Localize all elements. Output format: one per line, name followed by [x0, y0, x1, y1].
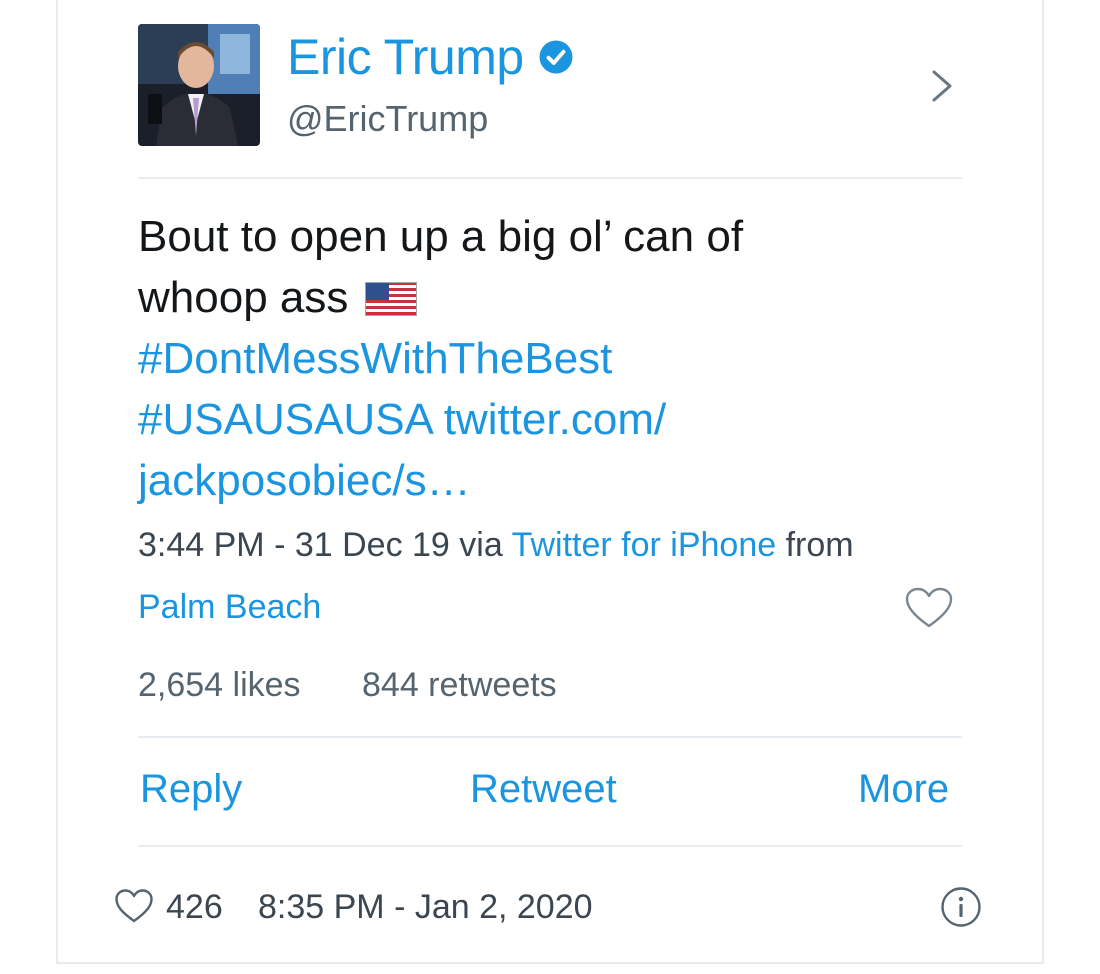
- footer-timestamp[interactable]: 8:35 PM - Jan 2, 2020: [258, 884, 593, 930]
- info-icon[interactable]: [940, 886, 982, 928]
- tweet-text: Bout to open up a big ol’ can of whoop a…: [138, 206, 968, 511]
- likes-count[interactable]: 2,654 likes: [138, 666, 301, 704]
- from-label: from: [785, 526, 854, 564]
- retweet-button[interactable]: Retweet: [470, 764, 617, 814]
- like-count: 426: [166, 888, 223, 926]
- tweet-text-segment: whoop ass: [138, 273, 349, 322]
- like-heart-icon[interactable]: [114, 888, 154, 924]
- tweet-link[interactable]: twitter.com/: [444, 395, 667, 444]
- actions-divider: [138, 845, 962, 847]
- avatar[interactable]: [138, 24, 260, 146]
- place-link[interactable]: Palm Beach: [138, 584, 321, 630]
- hashtag-dontmesswiththebest[interactable]: #DontMessWithTheBest: [138, 328, 968, 389]
- reply-button[interactable]: Reply: [140, 764, 242, 814]
- tweet-text-line: Bout to open up a big ol’ can of: [138, 212, 744, 261]
- via-label: via: [459, 526, 503, 564]
- tweet-meta: 3:44 PM - 31 Dec 19 via Twitter for iPho…: [138, 522, 968, 568]
- more-button[interactable]: More: [858, 764, 949, 814]
- chevron-right-icon[interactable]: [928, 66, 956, 106]
- heart-icon[interactable]: [904, 586, 954, 630]
- author-name[interactable]: Eric Trump: [287, 28, 574, 86]
- tweet-stats: 2,654 likes 844 retweets: [138, 662, 557, 708]
- verified-badge-icon: [539, 40, 573, 74]
- tweet-text-line: #USAUSAUSA twitter.com/: [138, 389, 968, 450]
- header-divider: [138, 177, 962, 179]
- tweet-link-continued[interactable]: jackposobiec/s…: [138, 450, 968, 511]
- author-name-text[interactable]: Eric Trump: [287, 28, 524, 86]
- us-flag-icon: [364, 282, 417, 316]
- author-handle[interactable]: @EricTrump: [287, 98, 488, 140]
- hashtag-usausausa[interactable]: #USAUSAUSA: [138, 395, 431, 444]
- tweet-time: 3:44 PM - 31 Dec 19: [138, 526, 450, 564]
- tweet-embed: Eric Trump @EricTrump Bout to open up a …: [0, 0, 1100, 974]
- client-link[interactable]: Twitter for iPhone: [512, 526, 777, 564]
- retweets-count[interactable]: 844 retweets: [362, 666, 557, 704]
- tweet-text-line: whoop ass: [138, 267, 968, 328]
- stats-divider: [138, 736, 962, 738]
